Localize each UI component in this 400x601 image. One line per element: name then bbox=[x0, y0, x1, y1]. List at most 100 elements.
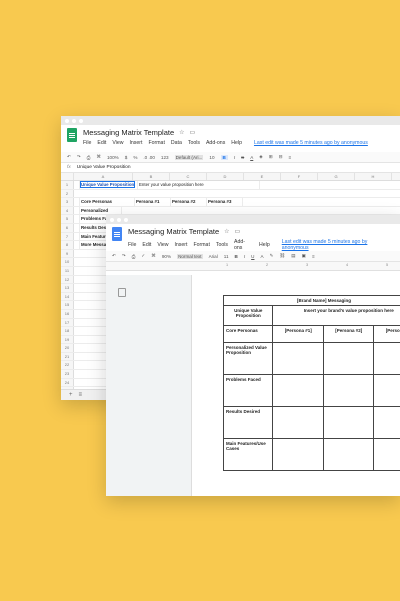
bold-button[interactable]: B bbox=[220, 154, 228, 160]
paint-format-icon[interactable]: ⌘ bbox=[151, 253, 156, 259]
menu-help[interactable]: Help bbox=[231, 140, 242, 146]
print-icon[interactable]: ⎙ bbox=[87, 155, 91, 160]
cell-core-personas[interactable]: Core Personas bbox=[80, 198, 135, 206]
font-select[interactable]: Default (Ari... bbox=[174, 154, 204, 160]
menu-data[interactable]: Data bbox=[171, 140, 182, 146]
italic-icon[interactable]: I bbox=[234, 155, 235, 160]
add-sheet-icon[interactable]: + bbox=[69, 392, 73, 398]
star-icon[interactable]: ☆ bbox=[224, 228, 229, 235]
column-header-f[interactable]: F bbox=[281, 173, 318, 180]
menu-file[interactable]: File bbox=[128, 242, 136, 248]
menu-insert[interactable]: Insert bbox=[174, 242, 187, 248]
fill-color-icon[interactable]: ◈ bbox=[259, 154, 263, 160]
last-edit-link[interactable]: Last edit was made 5 minutes ago by anon… bbox=[282, 239, 394, 251]
row-number[interactable]: 5 bbox=[61, 215, 74, 223]
align-icon[interactable]: ≡ bbox=[312, 254, 315, 259]
folder-icon[interactable]: ▭ bbox=[235, 228, 241, 235]
row-number[interactable]: 20 bbox=[61, 344, 74, 352]
column-header-c[interactable]: C bbox=[170, 173, 207, 180]
sheets-logo-icon[interactable] bbox=[67, 128, 77, 142]
row-number[interactable]: 3 bbox=[61, 198, 74, 206]
row-label-cell[interactable]: Personalized Value Proposition bbox=[222, 342, 274, 375]
document-page[interactable]: [Brand Name] Messaging Unique Value Prop… bbox=[191, 275, 400, 496]
row-number[interactable]: 11 bbox=[61, 266, 74, 275]
bold-button[interactable]: B bbox=[235, 254, 238, 259]
row-number[interactable]: 2 bbox=[61, 189, 74, 198]
align-icon[interactable]: ≡ bbox=[289, 155, 292, 160]
uvp-value-cell[interactable]: Insert your brand's value proposition he… bbox=[272, 305, 400, 326]
row-label-cell[interactable]: Results Desired bbox=[222, 406, 274, 439]
row-number[interactable]: 12 bbox=[61, 275, 74, 284]
cell-persona-1[interactable]: Persona #1 bbox=[135, 198, 171, 206]
star-icon[interactable]: ☆ bbox=[179, 129, 184, 136]
currency-button[interactable]: $ bbox=[125, 155, 128, 160]
zoom-select[interactable]: 90% bbox=[162, 254, 171, 259]
menu-view[interactable]: View bbox=[112, 140, 123, 146]
row-number[interactable]: 24 bbox=[61, 378, 74, 387]
menu-file[interactable]: File bbox=[83, 140, 91, 146]
persona-1-cell[interactable]: [Persona #1] bbox=[272, 325, 324, 343]
paint-format-icon[interactable]: ⌘ bbox=[96, 154, 101, 160]
font-size-select[interactable]: 10 bbox=[209, 155, 214, 160]
column-header-g[interactable]: G bbox=[318, 173, 355, 180]
window-close-dot[interactable] bbox=[65, 118, 69, 123]
table-cell[interactable] bbox=[322, 342, 375, 375]
italic-button[interactable]: I bbox=[244, 254, 245, 259]
image-icon[interactable]: ▣ bbox=[302, 253, 306, 259]
underline-button[interactable]: U bbox=[251, 254, 254, 259]
cell-uvp-value[interactable]: Enter your value proposition here bbox=[138, 181, 260, 189]
cell-persona-2[interactable]: Persona #2 bbox=[171, 198, 207, 206]
font-size-select[interactable]: 11 bbox=[224, 254, 229, 259]
persona-3-cell[interactable]: [Persona #3] bbox=[373, 325, 400, 343]
core-personas-cell[interactable]: Core Personas bbox=[222, 325, 274, 343]
table-cell[interactable] bbox=[373, 438, 400, 471]
menu-format[interactable]: Format bbox=[193, 242, 209, 248]
zoom-select[interactable]: 100% bbox=[107, 155, 119, 160]
table-cell[interactable] bbox=[272, 374, 324, 407]
document-title[interactable]: Messaging Matrix Template bbox=[128, 227, 219, 236]
row-number[interactable]: 23 bbox=[61, 370, 74, 378]
merge-icon[interactable]: ⊟ bbox=[279, 154, 283, 160]
undo-icon[interactable]: ↶ bbox=[67, 154, 71, 160]
table-cell[interactable] bbox=[272, 342, 324, 375]
menu-edit[interactable]: Edit bbox=[142, 242, 151, 248]
table-cell[interactable] bbox=[322, 406, 375, 439]
window-minimize-dot[interactable] bbox=[72, 118, 76, 123]
last-edit-link[interactable]: Last edit was made 5 minutes ago by anon… bbox=[254, 140, 368, 146]
redo-icon[interactable]: ↷ bbox=[122, 253, 126, 259]
table-cell[interactable] bbox=[373, 406, 400, 439]
table-cell[interactable] bbox=[322, 374, 375, 407]
print-icon[interactable]: ⎙ bbox=[132, 254, 136, 259]
font-select[interactable]: Arial bbox=[209, 254, 218, 259]
table-cell[interactable] bbox=[272, 406, 324, 439]
messaging-matrix-table[interactable]: [Brand Name] Messaging Unique Value Prop… bbox=[222, 295, 400, 471]
persona-2-cell[interactable]: [Persona #2] bbox=[322, 325, 375, 343]
table-cell[interactable] bbox=[373, 342, 400, 375]
menu-view[interactable]: View bbox=[157, 242, 168, 248]
row-label-cell[interactable]: Problems Faced bbox=[222, 374, 274, 407]
table-cell[interactable] bbox=[272, 438, 324, 471]
row-number[interactable]: 4 bbox=[61, 206, 74, 215]
document-outline-icon[interactable] bbox=[118, 288, 126, 297]
row-number[interactable]: 15 bbox=[61, 301, 74, 309]
menu-insert[interactable]: Insert bbox=[129, 140, 142, 146]
window-close-dot[interactable] bbox=[110, 217, 114, 222]
window-minimize-dot[interactable] bbox=[117, 217, 121, 222]
cell-personalized[interactable]: Personalized bbox=[80, 206, 122, 215]
highlight-icon[interactable]: ✎ bbox=[270, 253, 274, 259]
comment-icon[interactable]: ▤ bbox=[291, 253, 295, 259]
table-header-cell[interactable]: [Brand Name] Messaging bbox=[223, 295, 400, 306]
menu-addons[interactable]: Add-ons bbox=[234, 239, 253, 251]
column-header-h[interactable]: H bbox=[355, 173, 392, 180]
borders-icon[interactable]: ⊞ bbox=[269, 154, 273, 160]
row-number[interactable]: 21 bbox=[61, 352, 74, 361]
spellcheck-icon[interactable]: ✓ bbox=[141, 253, 145, 259]
row-number[interactable]: 16 bbox=[61, 309, 74, 318]
row-number[interactable]: 18 bbox=[61, 327, 74, 335]
cell-persona-3[interactable]: Persona #3 bbox=[207, 198, 243, 206]
row-number[interactable]: 7 bbox=[61, 232, 74, 241]
table-cell[interactable] bbox=[373, 374, 400, 407]
menu-help[interactable]: Help bbox=[259, 242, 270, 248]
text-color-button[interactable]: A bbox=[260, 254, 263, 259]
column-header-d[interactable]: D bbox=[207, 173, 244, 180]
